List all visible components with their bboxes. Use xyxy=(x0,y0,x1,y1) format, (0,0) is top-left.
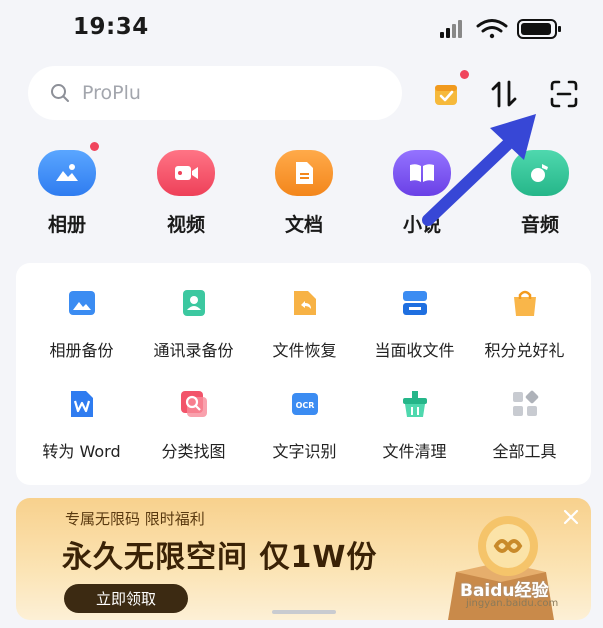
photo-backup-icon xyxy=(64,285,100,321)
svg-text:OCR: OCR xyxy=(295,401,314,410)
all-tools-icon xyxy=(507,386,543,422)
tool-label: 通讯录备份 xyxy=(153,341,234,360)
word-convert-icon xyxy=(64,386,100,422)
file-restore-icon xyxy=(287,285,323,321)
banner-headline: 永久无限空间 仅1W份 xyxy=(62,540,378,575)
tool-image-search[interactable]: 分类找图 xyxy=(136,386,251,462)
tool-convert-word[interactable]: 转为 Word xyxy=(24,386,139,462)
file-clean-icon xyxy=(397,386,433,422)
tool-label: 相册备份 xyxy=(49,341,114,360)
tool-label: 文字识别 xyxy=(272,442,337,461)
claim-now-button[interactable]: 立即领取 xyxy=(64,584,188,613)
home-indicator xyxy=(272,610,336,614)
tool-file-restore[interactable]: 文件恢复 xyxy=(247,285,362,361)
tool-receive-file[interactable]: 当面收文件 xyxy=(357,285,472,361)
tool-ocr[interactable]: OCR 文字识别 xyxy=(247,386,362,462)
image-search-icon xyxy=(176,386,212,422)
tool-label: 当面收文件 xyxy=(374,341,455,360)
banner-subtitle: 专属无限码 限时福利 xyxy=(65,510,205,528)
watermark-url: jingyan.baidu.com xyxy=(466,598,559,609)
tool-label: 文件恢复 xyxy=(272,341,337,360)
tool-photo-backup[interactable]: 相册备份 xyxy=(24,285,139,361)
tool-label: 分类找图 xyxy=(161,442,226,461)
tool-label: 文件清理 xyxy=(382,442,447,461)
tool-contacts-backup[interactable]: 通讯录备份 xyxy=(136,285,251,361)
tool-file-clean[interactable]: 文件清理 xyxy=(357,386,472,462)
receive-file-icon xyxy=(397,285,433,321)
contacts-backup-icon xyxy=(176,285,212,321)
ocr-icon: OCR xyxy=(287,386,323,422)
tool-label: 全部工具 xyxy=(492,442,557,461)
gift-bag-icon xyxy=(507,285,543,321)
tool-all-tools[interactable]: 全部工具 xyxy=(467,386,582,462)
tool-label: 转为 Word xyxy=(42,442,121,461)
tool-label: 积分兑好礼 xyxy=(484,341,565,360)
tool-points-gift[interactable]: 积分兑好礼 xyxy=(467,285,582,361)
